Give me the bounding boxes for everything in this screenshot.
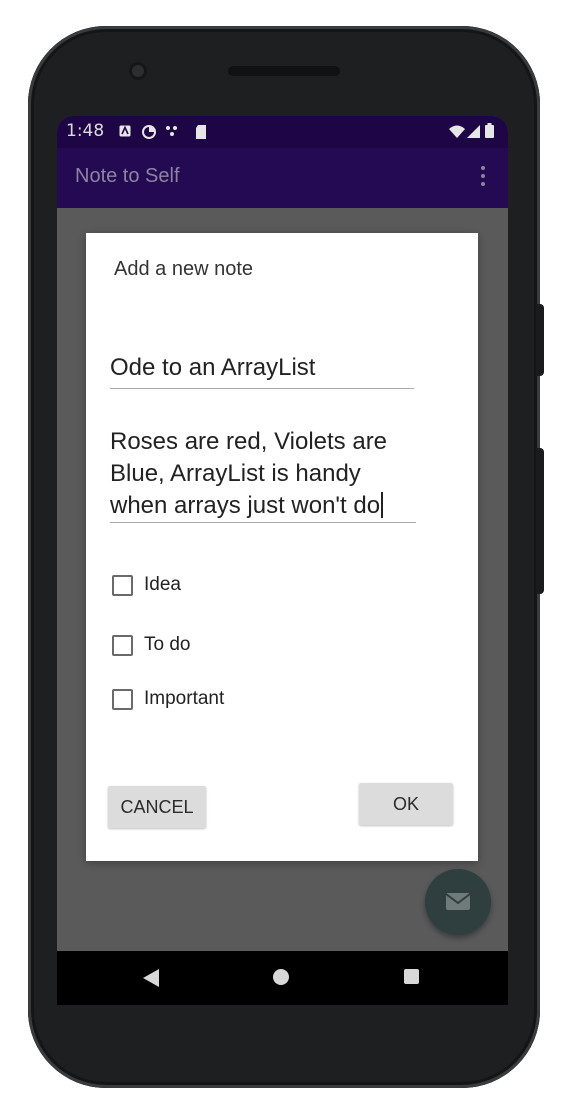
a-notification-icon — [119, 125, 131, 137]
volume-button — [536, 448, 544, 594]
data-saver-icon — [142, 125, 156, 139]
checkbox-todo-box[interactable] — [112, 634, 133, 656]
dialog-title: Add a new note — [114, 258, 253, 280]
cancel-button[interactable]: CANCEL — [108, 786, 206, 828]
power-button — [536, 304, 544, 376]
note-title-input[interactable] — [110, 348, 414, 389]
navigation-bar — [57, 951, 508, 1005]
earpiece-speaker — [228, 66, 340, 76]
app-bar: Note to Self — [57, 148, 508, 208]
cell-signal-icon — [467, 125, 480, 138]
front-camera — [129, 62, 147, 80]
status-time: 1:48 — [66, 121, 105, 141]
wifi-icon — [449, 125, 465, 138]
checkbox-important-label: Important — [144, 688, 225, 709]
back-icon[interactable] — [143, 969, 159, 987]
add-note-dialog: Add a new note Roses are red, Violets ar… — [86, 233, 478, 861]
signal-dots-icon — [166, 126, 177, 136]
text-cursor — [381, 492, 384, 518]
note-description-text: Roses are red, Violets are Blue, ArrayLi… — [110, 428, 388, 519]
recents-icon[interactable] — [404, 969, 419, 984]
app-title: Note to Self — [75, 165, 180, 187]
note-description-input[interactable]: Roses are red, Violets are Blue, ArrayLi… — [110, 426, 416, 523]
checkbox-todo-label: To do — [144, 634, 191, 655]
checkbox-todo[interactable]: To do — [112, 633, 190, 657]
checkbox-idea-box[interactable] — [112, 574, 133, 596]
checkbox-idea[interactable]: Idea — [112, 573, 181, 597]
checkbox-idea-label: Idea — [144, 574, 181, 595]
email-fab-button[interactable] — [425, 869, 491, 935]
screen: 1:48 Note to Self Add a new note Ode to … — [57, 116, 508, 951]
ok-button[interactable]: OK — [359, 783, 453, 825]
overflow-menu-icon[interactable] — [480, 166, 486, 190]
checkbox-important-box[interactable] — [112, 688, 133, 710]
home-icon[interactable] — [273, 969, 289, 985]
battery-icon — [485, 123, 494, 138]
sd-card-icon — [196, 125, 206, 139]
email-icon — [445, 893, 471, 910]
status-bar: 1:48 — [57, 116, 508, 148]
checkbox-important[interactable]: Important — [112, 687, 224, 711]
